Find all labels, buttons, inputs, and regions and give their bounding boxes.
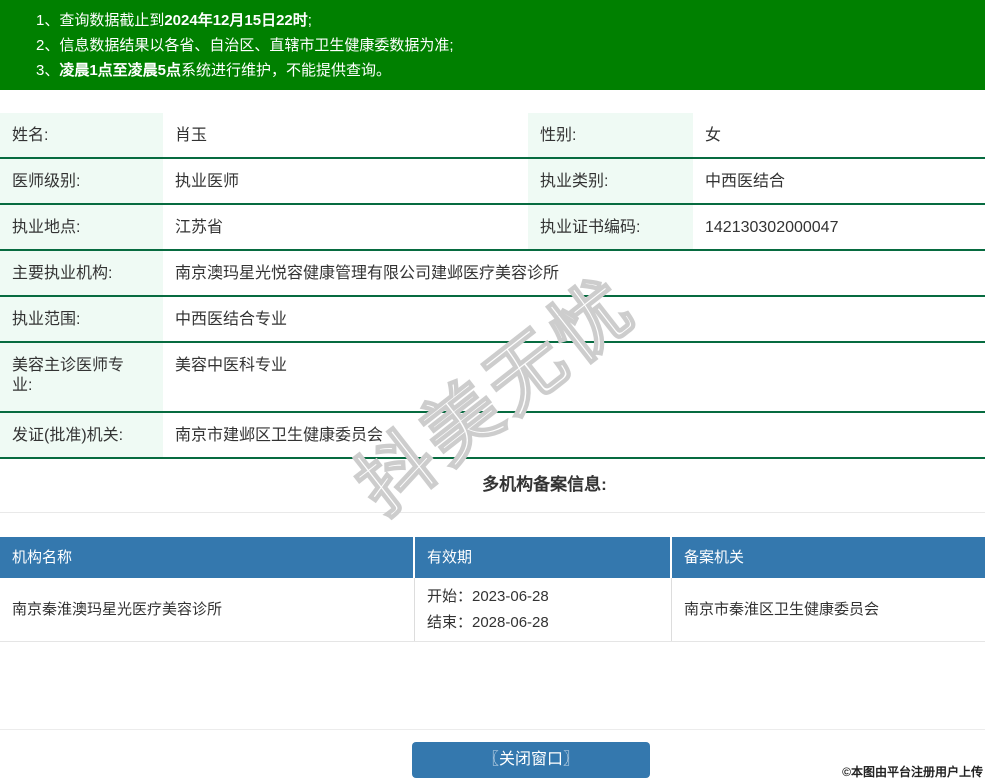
notice-line-1: 1、查询数据截止到2024年12月15日22时; bbox=[36, 8, 975, 33]
notice-text-bold: 2024年12月15日22时 bbox=[164, 12, 308, 29]
issuing-authority-label: 发证(批准)机关: bbox=[0, 413, 163, 457]
column-header-filing-authority: 备案机关 bbox=[684, 549, 745, 566]
notice-banner: 1、查询数据截止到2024年12月15日22时; 2、信息数据结果以各省、自治区… bbox=[0, 0, 985, 90]
notice-line-2: 2、信息数据结果以各省、自治区、直辖市卫生健康委数据为准; bbox=[36, 33, 975, 58]
doctor-level-value: 执业医师 bbox=[175, 173, 240, 190]
practice-scope-value: 中西医结合专业 bbox=[175, 311, 288, 328]
multi-org-section: 多机构备案信息: bbox=[0, 459, 985, 513]
practitioner-query-result-page: 1、查询数据截止到2024年12月15日22时; 2、信息数据结果以各省、自治区… bbox=[0, 0, 985, 781]
filing-authority: 南京市秦淮区卫生健康委员会 bbox=[684, 601, 880, 618]
table-row-practice-scope: 执业范围: 中西医结合专业 bbox=[0, 297, 985, 343]
main-institution-value: 南京澳玛星光悦容健康管理有限公司建邺医疗美容诊所 bbox=[175, 265, 560, 282]
practice-location-value: 江苏省 bbox=[175, 219, 224, 236]
table-row-cosmetic-specialty: 美容主诊医师专业: 美容中医科专业 bbox=[0, 343, 985, 413]
filing-table-header: 机构名称 有效期 备案机关 bbox=[0, 537, 985, 578]
table-row-name-gender: 姓名: 肖玉 性别: 女 bbox=[0, 113, 985, 159]
bottom-divider bbox=[0, 729, 985, 730]
filing-validity-cell: 开始：2023-06-28 结束：2028-06-28 bbox=[415, 578, 672, 641]
table-row-issuing-authority: 发证(批准)机关: 南京市建邺区卫生健康委员会 bbox=[0, 413, 985, 459]
cosmetic-specialty-value: 美容中医科专业 bbox=[175, 357, 288, 374]
filing-institution-name: 南京秦淮澳玛星光医疗美容诊所 bbox=[0, 578, 415, 641]
notice-text-bold: 凌晨1点至凌晨5点 bbox=[59, 62, 182, 79]
close-window-button[interactable]: 〖关闭窗口〗 bbox=[412, 742, 650, 778]
practice-category-label: 执业类别: bbox=[528, 159, 693, 203]
cosmetic-specialty-label: 美容主诊医师专业: bbox=[0, 343, 163, 411]
multi-org-section-title: 多机构备案信息: bbox=[482, 475, 607, 494]
gender-label: 性别: bbox=[528, 113, 693, 157]
doctor-level-label: 医师级别: bbox=[0, 159, 163, 203]
practice-location-label: 执业地点: bbox=[0, 205, 163, 249]
license-number-value: 142130302000047 bbox=[705, 219, 839, 236]
main-institution-label: 主要执业机构: bbox=[0, 251, 163, 295]
table-row-location-license: 执业地点: 江苏省 执业证书编码: 142130302000047 bbox=[0, 205, 985, 251]
name-label: 姓名: bbox=[0, 113, 163, 157]
validity-end: 结束：2028-06-28 bbox=[427, 614, 549, 631]
column-header-institution-name: 机构名称 bbox=[0, 537, 415, 578]
table-row-level-category: 医师级别: 执业医师 执业类别: 中西医结合 bbox=[0, 159, 985, 205]
filing-table-row: 南京秦淮澳玛星光医疗美容诊所 开始：2023-06-28 结束：2028-06-… bbox=[0, 578, 985, 642]
notice-text: 2、信息数据结果以各省、自治区、直辖市卫生健康委数据为准; bbox=[36, 37, 454, 54]
notice-text: ; bbox=[307, 12, 312, 29]
notice-text: 3、 bbox=[36, 62, 60, 79]
notice-text: 1、查询数据截止到 bbox=[36, 12, 165, 29]
table-row-main-institution: 主要执业机构: 南京澳玛星光悦容健康管理有限公司建邺医疗美容诊所 bbox=[0, 251, 985, 297]
name-value: 肖玉 bbox=[175, 127, 208, 144]
practitioner-info-table: 姓名: 肖玉 性别: 女 医师级别: 执业医师 执业类别: 中西医结合 执业地点… bbox=[0, 113, 985, 459]
gender-value: 女 bbox=[705, 127, 722, 144]
practice-category-value: 中西医结合 bbox=[705, 173, 786, 190]
notice-line-3: 3、凌晨1点至凌晨5点系统进行维护，不能提供查询。 bbox=[36, 58, 975, 83]
practice-scope-label: 执业范围: bbox=[0, 297, 163, 341]
notice-text: 系统进行维护，不能提供查询。 bbox=[181, 62, 392, 79]
column-header-validity: 有效期 bbox=[415, 537, 672, 578]
validity-start: 开始：2023-06-28 bbox=[427, 588, 549, 605]
copyright-stamp: ©本图由平台注册用户上传 bbox=[842, 765, 983, 779]
issuing-authority-value: 南京市建邺区卫生健康委员会 bbox=[175, 427, 384, 444]
license-number-label: 执业证书编码: bbox=[528, 205, 693, 249]
